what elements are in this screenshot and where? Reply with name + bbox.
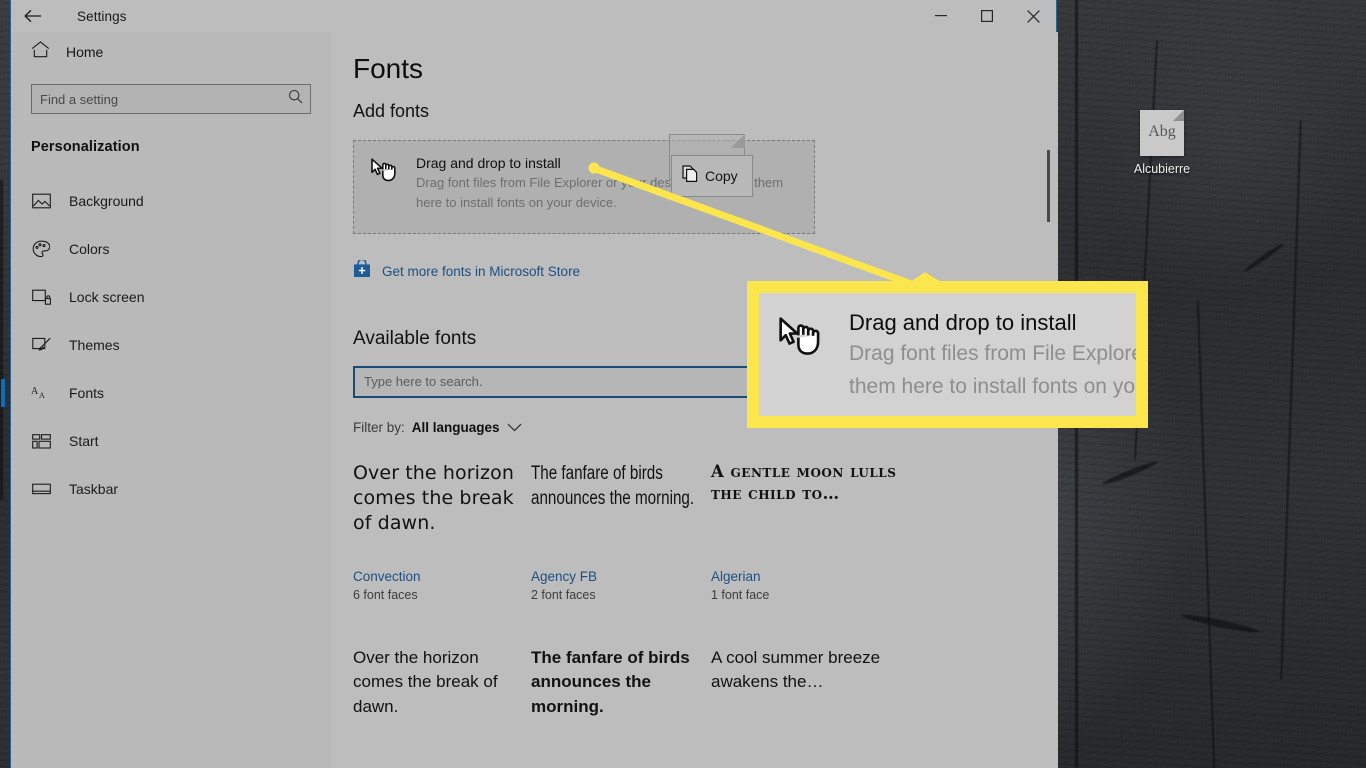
callout-content: Drag and drop to install Drag font files… xyxy=(759,293,1136,416)
font-face-count: 6 font faces xyxy=(353,587,418,602)
font-name[interactable]: Algerian xyxy=(711,569,901,584)
screen-root: Abg Alcubierre Settings Home Find a sett… xyxy=(0,0,1366,768)
sidebar-item-label: Themes xyxy=(69,337,120,353)
sidebar-item-label: Lock screen xyxy=(69,289,145,305)
font-preview-text: The fanfare of birds announces the morni… xyxy=(531,462,695,509)
start-tiles-icon xyxy=(31,433,51,449)
font-aa-icon: A A xyxy=(31,385,51,401)
desktop-icon-alcubierre[interactable]: Abg Alcubierre xyxy=(1118,110,1206,176)
font-grid-row-2: Over the horizon comes the break of dawn… xyxy=(353,646,1058,724)
sidebar-item-background[interactable]: Background xyxy=(11,177,331,225)
sidebar-item-home[interactable]: Home xyxy=(11,32,331,72)
home-icon xyxy=(31,41,50,63)
scrollbar-thumb[interactable] xyxy=(1047,150,1050,222)
font-card[interactable]: Over the horizon comes the break of dawn… xyxy=(353,646,531,724)
microsoft-store-icon xyxy=(353,258,371,283)
sidebar-item-label: Fonts xyxy=(69,385,105,401)
lock-screen-icon xyxy=(31,289,51,305)
filter-value: All languages xyxy=(411,419,500,435)
font-preview-text: The fanfare of birds announces the morni… xyxy=(531,647,690,717)
sidebar-item-lock-screen[interactable]: Lock screen xyxy=(11,273,331,321)
back-arrow-icon[interactable] xyxy=(11,0,55,32)
callout-subtitle-line-2: them here to install fonts on yo xyxy=(849,375,1135,399)
callout-subtitle-line-1: Drag font files from File Explore xyxy=(849,341,1136,365)
search-input[interactable]: Find a setting xyxy=(31,84,311,114)
font-face-count: 2 font faces xyxy=(531,587,596,602)
font-preview-text: Over the horizon comes the break of dawn… xyxy=(353,647,498,717)
font-card[interactable]: A cool summer breeze awakens the… xyxy=(711,646,911,724)
window-titlebar: Settings xyxy=(11,0,1056,32)
font-name[interactable]: Convection xyxy=(353,569,521,584)
sidebar-item-start[interactable]: Start xyxy=(11,417,331,465)
font-preview-text: Over the horizon comes the break of dawn… xyxy=(353,461,514,534)
magnified-callout: Drag and drop to install Drag font files… xyxy=(747,281,1148,428)
chevron-down-icon xyxy=(507,420,522,435)
font-search-placeholder: Type here to search. xyxy=(364,374,483,390)
callout-title: Drag and drop to install xyxy=(849,310,1077,335)
sidebar-item-taskbar[interactable]: Taskbar xyxy=(11,465,331,513)
sidebar-item-label: Background xyxy=(69,193,144,209)
page-title: Fonts xyxy=(353,53,424,84)
minimize-icon[interactable] xyxy=(918,0,964,32)
font-card[interactable]: The fanfare of birds announces the morni… xyxy=(531,461,711,602)
taskbar-icon xyxy=(31,483,51,495)
svg-text:A: A xyxy=(31,386,39,397)
search-placeholder: Find a setting xyxy=(40,91,119,107)
window-title: Settings xyxy=(77,8,127,24)
font-face-count: 1 font face xyxy=(711,587,770,602)
sidebar-item-fonts[interactable]: A A Fonts xyxy=(1,369,331,417)
maximize-icon[interactable] xyxy=(964,0,1010,32)
font-name[interactable]: Agency FB xyxy=(531,569,701,584)
palette-icon xyxy=(31,240,51,258)
desktop-icon-label: Alcubierre xyxy=(1133,162,1191,176)
sidebar-item-label: Start xyxy=(69,433,99,449)
search-icon xyxy=(288,89,303,109)
settings-sidebar: Home Find a setting Personalization Back… xyxy=(1,32,331,768)
image-icon xyxy=(31,193,51,209)
font-grid-row-1: Over the horizon comes the break of dawn… xyxy=(353,461,1058,602)
font-preview-text: A gentle moon lulls the child to… xyxy=(711,461,897,503)
copy-tooltip-label: Copy xyxy=(705,168,738,184)
font-card[interactable]: Over the horizon comes the break of dawn… xyxy=(353,461,531,602)
get-more-fonts-link[interactable]: Get more fonts in Microsoft Store xyxy=(353,258,1058,283)
svg-text:A: A xyxy=(39,391,45,400)
sidebar-search-wrap: Find a setting xyxy=(11,72,331,114)
filter-label: Filter by: xyxy=(353,419,405,435)
close-icon[interactable] xyxy=(1010,0,1056,32)
sidebar-item-label: Colors xyxy=(69,241,110,257)
font-card[interactable]: The fanfare of birds announces the morni… xyxy=(531,646,711,724)
sidebar-home-label: Home xyxy=(66,44,104,60)
font-file-icon: Abg xyxy=(1140,110,1184,156)
store-link-label: Get more fonts in Microsoft Store xyxy=(382,263,581,279)
window-controls xyxy=(918,0,1056,32)
sidebar-item-colors[interactable]: Colors xyxy=(11,225,331,273)
add-fonts-heading: Add fonts xyxy=(353,100,430,121)
font-file-thumb-text: Abg xyxy=(1148,122,1176,140)
font-card[interactable]: A gentle moon lulls the child to… Algeri… xyxy=(711,461,911,602)
drag-copy-tooltip: Copy xyxy=(671,155,753,197)
copy-pages-icon xyxy=(682,164,698,188)
sidebar-category-title: Personalization xyxy=(31,139,140,155)
sidebar-item-themes[interactable]: Themes xyxy=(11,321,331,369)
drag-hand-cursor-icon xyxy=(777,315,827,366)
font-preview-text: A cool summer breeze awakens the… xyxy=(711,647,881,692)
font-search-input[interactable]: Type here to search. xyxy=(353,365,753,398)
themes-brush-icon xyxy=(31,337,51,354)
sidebar-item-label: Taskbar xyxy=(69,481,119,497)
sidebar-nav-list: Background Colors Lock screen Themes A A… xyxy=(1,177,331,513)
drag-hand-cursor-icon xyxy=(370,157,400,190)
